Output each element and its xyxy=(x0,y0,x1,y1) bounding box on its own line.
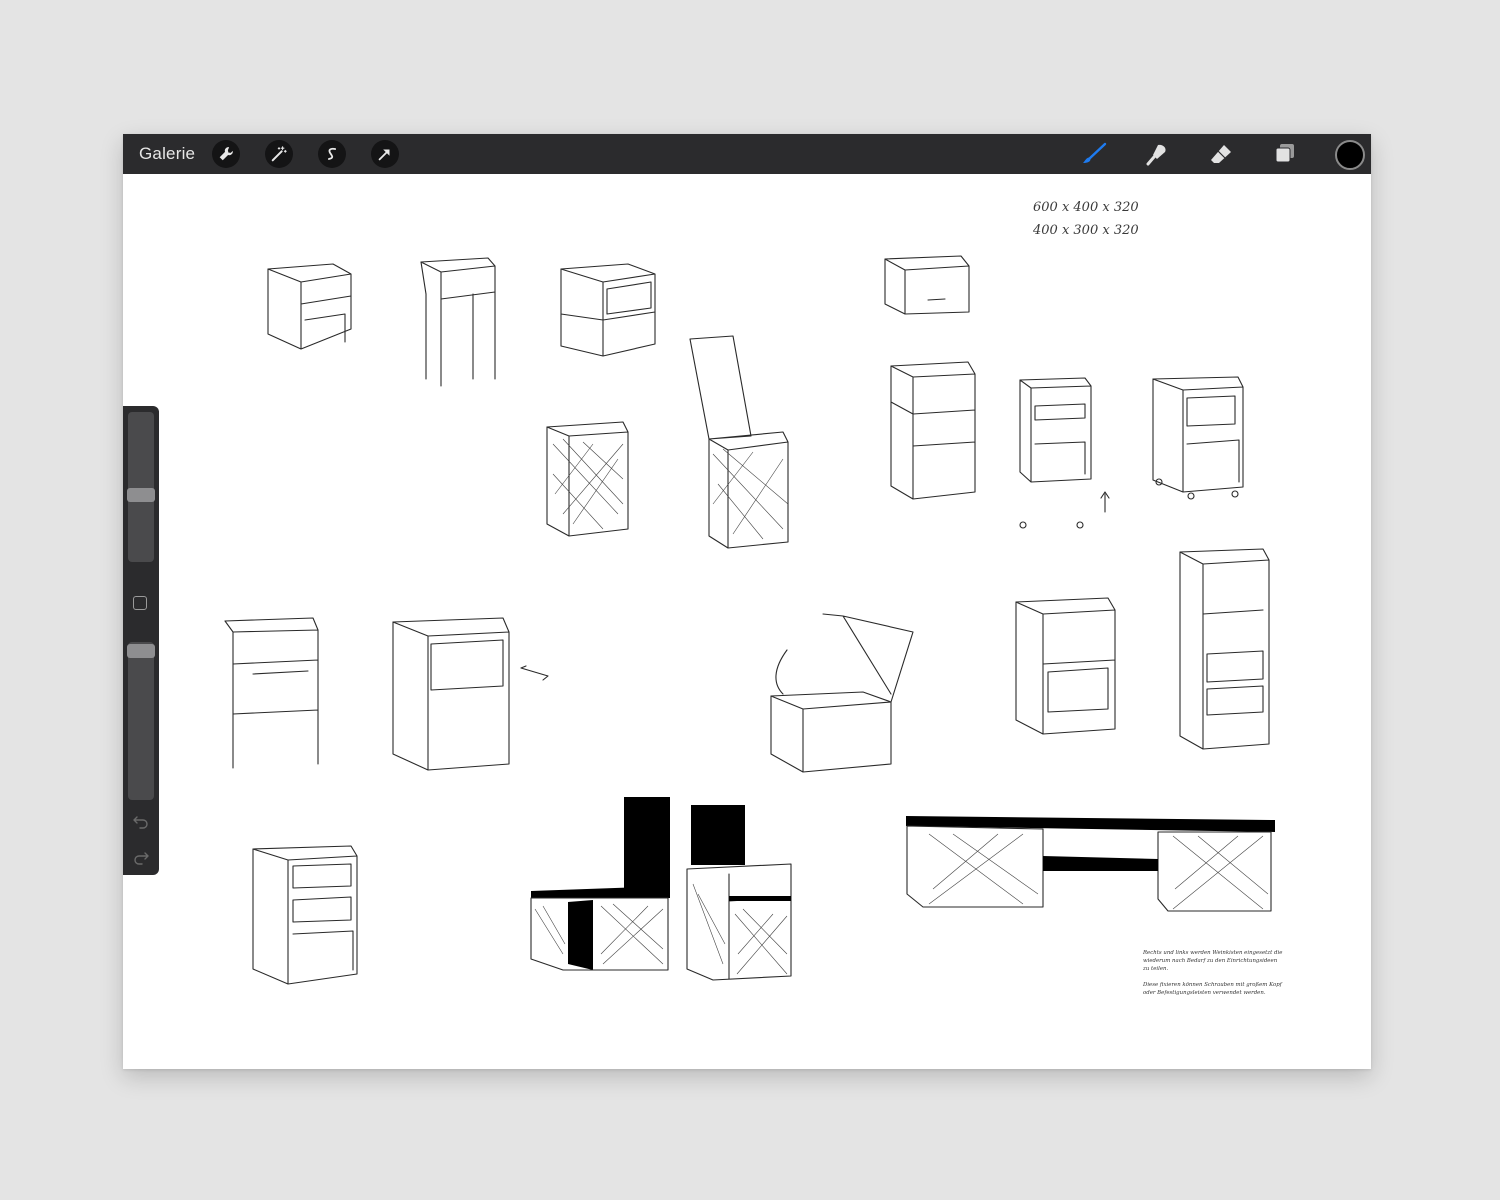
layers-button[interactable] xyxy=(1270,140,1300,168)
drawing-canvas[interactable]: 600 x 400 x 320 400 x 300 x 320 Rechts u… xyxy=(123,174,1371,1069)
sketch-crate-chair xyxy=(689,335,789,549)
sketch-lid-box xyxy=(770,613,914,773)
sketch-nightstand-drawers xyxy=(267,263,352,350)
brush-icon xyxy=(1083,142,1107,163)
sketch-open-box xyxy=(884,255,970,315)
sketch-tall-stand xyxy=(420,257,496,387)
sketch-open-cube xyxy=(392,617,549,771)
sketch-side-table xyxy=(224,617,319,769)
redo-icon xyxy=(134,852,149,865)
eraser-tool-button[interactable] xyxy=(1206,140,1236,168)
sketch-cube-box xyxy=(560,263,656,357)
wrench-icon xyxy=(219,147,233,161)
modify-button[interactable] xyxy=(133,596,147,610)
sketch-tall-drawer-tower xyxy=(1179,548,1270,750)
sketch-shelf-cabinet xyxy=(1015,597,1116,735)
note-paragraph-2: Diese fixieren können Schrauben mit groß… xyxy=(1143,982,1282,996)
sketch-crate-stool xyxy=(686,805,792,981)
dimension-line-2: 400 x 300 x 320 xyxy=(1033,223,1139,238)
brush-opacity-slider[interactable] xyxy=(128,642,154,800)
sketch-small-dresser xyxy=(252,845,358,985)
smudge-tool-button[interactable] xyxy=(1142,140,1172,168)
brush-tool-button[interactable] xyxy=(1079,140,1109,168)
eraser-icon xyxy=(1211,145,1231,163)
sketch-desk-with-crates xyxy=(906,816,1275,912)
adjustments-button[interactable] xyxy=(265,140,293,168)
brush-size-slider[interactable] xyxy=(128,412,154,562)
undo-icon xyxy=(133,816,148,829)
sketch-rolling-cabinet xyxy=(1152,376,1244,500)
sketch-drawer-cabinet xyxy=(1019,377,1110,529)
left-sidebar xyxy=(123,406,159,875)
top-toolbar: Galerie xyxy=(123,134,1371,174)
actions-wrench-button[interactable] xyxy=(212,140,240,168)
selection-button[interactable] xyxy=(318,140,346,168)
note-paragraph-1: Rechts und links werden Weinkisten einge… xyxy=(1143,950,1283,972)
selection-icon xyxy=(327,147,337,160)
transform-button[interactable] xyxy=(371,140,399,168)
transform-arrow-icon xyxy=(378,149,390,161)
furniture-sketches xyxy=(224,255,1275,985)
color-picker-button[interactable] xyxy=(1335,140,1365,170)
handwritten-note: Rechts und links werden Weinkisten einge… xyxy=(1143,949,1283,1005)
smudge-icon xyxy=(1146,144,1166,166)
magic-wand-icon xyxy=(271,146,287,162)
sketch-crate-box xyxy=(546,421,629,537)
brush-size-thumb[interactable] xyxy=(127,488,155,502)
sketch-open-shelf-unit xyxy=(890,361,976,500)
redo-button[interactable] xyxy=(132,848,150,866)
brush-opacity-thumb[interactable] xyxy=(127,644,155,658)
gallery-button[interactable]: Galerie xyxy=(139,144,195,164)
procreate-app-window: Galerie 600 x 400 x 320 400 x 300 x 320 … xyxy=(123,134,1371,1069)
dimension-notes: 600 x 400 x 320 400 x 300 x 320 xyxy=(1033,196,1139,242)
layers-icon xyxy=(1275,144,1294,163)
dimension-line-1: 600 x 400 x 320 xyxy=(1033,200,1139,215)
undo-button[interactable] xyxy=(132,812,150,830)
sketch-black-crate-chair xyxy=(530,797,670,971)
